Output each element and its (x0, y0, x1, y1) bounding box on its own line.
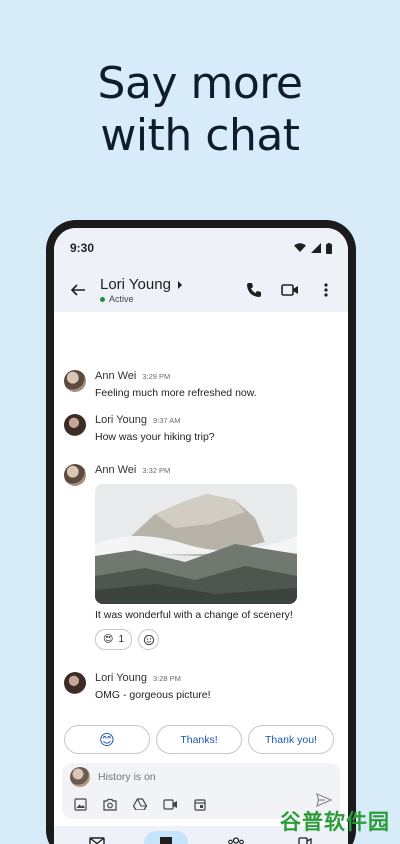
message-text: It was wonderful with a change of scener… (95, 609, 293, 621)
presence-label: Active (109, 294, 134, 304)
call-button[interactable] (240, 276, 268, 304)
message-time: 3:32 PM (142, 466, 171, 475)
reaction-emoji: 😍 (103, 634, 114, 645)
message-item: Ann Wei 3:29 PM Feeling much more refres… (64, 370, 257, 399)
phone-frame: 9:30 Lori Young Active Ann Wei 3:29 PM F… (46, 220, 356, 844)
drive-icon[interactable] (133, 798, 147, 810)
page-headline: Say more with chat (0, 58, 400, 162)
camera-icon[interactable] (103, 798, 117, 811)
video-icon[interactable] (163, 798, 178, 810)
reaction-row: 😍 1 (95, 629, 297, 650)
headline-line-2: with chat (100, 110, 300, 161)
wifi-icon (294, 243, 306, 252)
add-reaction-button[interactable] (138, 629, 159, 650)
meet-icon (298, 837, 312, 844)
add-reaction-icon (143, 634, 154, 645)
contact-header[interactable]: Lori Young Active (100, 276, 240, 304)
status-bar: 9:30 (54, 228, 348, 268)
groups-icon (227, 837, 244, 844)
mountain-landscape-image (95, 484, 297, 604)
arrow-back-icon (70, 284, 85, 296)
message-time: 3:29 PM (142, 372, 171, 381)
avatar (64, 672, 86, 694)
presence-status: Active (100, 294, 240, 304)
message-text: Feeling much more refreshed now. (95, 387, 257, 399)
status-icons (294, 242, 332, 254)
chat-icon (160, 837, 173, 844)
videocam-icon (281, 284, 298, 296)
video-call-button[interactable] (276, 276, 304, 304)
more-vert-icon (324, 283, 328, 297)
contact-name: Lori Young (100, 276, 171, 293)
message-list: Ann Wei 3:29 PM Feeling much more refres… (54, 312, 348, 714)
chevron-right-icon (177, 280, 182, 289)
nav-spaces[interactable] (214, 831, 258, 844)
message-time: 3:28 PM (153, 674, 181, 683)
smart-reply-thank-you[interactable]: Thank you! (248, 725, 334, 754)
status-time: 9:30 (70, 241, 95, 255)
message-item: Lori Young 9:37 AM How was your hiking t… (64, 414, 215, 443)
nav-mail[interactable] (75, 831, 119, 844)
back-button[interactable] (64, 276, 92, 304)
message-text: How was your hiking trip? (95, 431, 215, 443)
message-sender: Lori Young (95, 414, 147, 426)
calendar-icon[interactable] (194, 798, 206, 811)
image-icon[interactable] (74, 797, 87, 811)
chat-screen: 9:30 Lori Young Active Ann Wei 3:29 PM F… (54, 228, 348, 844)
message-time: 9:37 AM (153, 416, 181, 425)
compose-avatar (70, 767, 90, 787)
site-watermark: 谷普软件园 (280, 810, 390, 834)
message-sender: Ann Wei (95, 464, 137, 476)
mountain-photo[interactable] (95, 484, 297, 604)
nav-chat[interactable] (144, 831, 189, 844)
phone-icon (247, 283, 261, 297)
smart-reply-row: 😊 Thanks! Thank you! (64, 725, 334, 754)
message-input[interactable] (98, 771, 298, 783)
message-sender: Lori Young (95, 672, 147, 684)
send-icon[interactable] (316, 793, 332, 807)
mail-icon (89, 837, 105, 844)
battery-icon (326, 242, 332, 254)
chat-app-bar: Lori Young Active (54, 268, 348, 312)
avatar (64, 464, 86, 486)
signal-icon (311, 243, 321, 253)
headline-line-1: Say more (97, 58, 303, 109)
reaction-chip[interactable]: 😍 1 (95, 629, 132, 650)
message-text: OMG - gorgeous picture! (95, 689, 211, 701)
more-options-button[interactable] (312, 276, 340, 304)
message-item: Ann Wei 3:32 PM It was wonderful with a … (64, 464, 297, 650)
presence-dot (100, 296, 105, 302)
reaction-count: 1 (118, 634, 124, 645)
message-item: Lori Young 3:28 PM OMG - gorgeous pictur… (64, 672, 211, 701)
smart-reply-emoji[interactable]: 😊 (64, 725, 150, 754)
smart-reply-thanks[interactable]: Thanks! (156, 725, 242, 754)
message-sender: Ann Wei (95, 370, 137, 382)
app-bar-actions (240, 276, 340, 304)
avatar (64, 414, 86, 436)
avatar (64, 370, 86, 392)
